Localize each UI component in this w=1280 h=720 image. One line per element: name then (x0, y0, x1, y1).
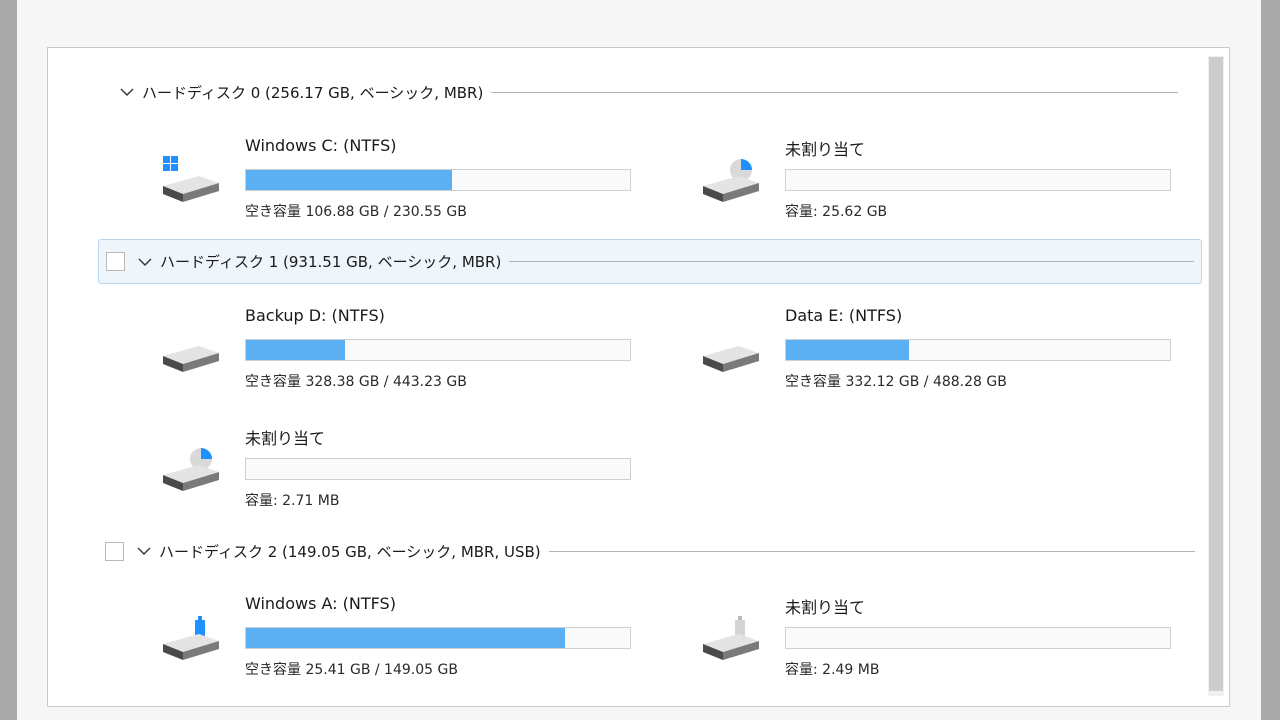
partition-name: Data E: (NTFS) (785, 306, 903, 325)
partition-name: Backup D: (NTFS) (245, 306, 385, 325)
drive-icon (163, 346, 219, 372)
usage-bar (245, 627, 631, 649)
scrollbar-thumb[interactable] (1209, 57, 1223, 691)
partition-item[interactable]: Backup D: (NTFS) 空き容量 328.38 GB / 443.23… (163, 304, 631, 396)
usage-bar (785, 169, 1171, 191)
partition-capacity: 容量: 25.62 GB (785, 204, 888, 220)
unallocated-drive-icon (703, 159, 759, 202)
usage-bar (245, 339, 631, 361)
chevron-down-icon[interactable] (118, 83, 136, 101)
disk-checkbox[interactable] (106, 252, 125, 271)
partition-name: 未割り当て (245, 429, 326, 448)
partition-item[interactable]: Windows A: (NTFS) 空き容量 25.41 GB / 149.05… (163, 592, 631, 684)
disk-title: ハードディスク 2 (149.05 GB, ベーシック, MBR, USB) (159, 542, 541, 561)
disk-header-2[interactable]: ハードディスク 2 (149.05 GB, ベーシック, MBR, USB) (105, 537, 1195, 565)
divider (548, 550, 1195, 552)
partition-name: Windows C: (NTFS) (245, 136, 397, 155)
usb-drive-icon (163, 616, 219, 660)
divider (509, 261, 1194, 262)
usb-unallocated-drive-icon (703, 616, 759, 660)
partition-capacity: 容量: 2.49 MB (785, 662, 880, 678)
usage-bar (785, 627, 1171, 649)
disk-checkbox[interactable] (105, 541, 124, 561)
disk-selection-window: ハードディスク 0 (256.17 GB, ベーシック, MBR) Window… (17, 0, 1261, 720)
disk-list-panel: ハードディスク 0 (256.17 GB, ベーシック, MBR) Window… (47, 47, 1230, 707)
partition-capacity: 空き容量 328.38 GB / 443.23 GB (245, 374, 467, 390)
divider (491, 91, 1178, 93)
partition-item[interactable]: 未割り当て 容量: 2.71 MB (163, 423, 631, 515)
partition-item[interactable]: 未割り当て 容量: 2.49 MB (703, 592, 1171, 684)
usage-bar (245, 458, 631, 480)
partition-item[interactable]: Windows C: (NTFS) 空き容量 106.88 GB / 230.5… (163, 134, 631, 226)
partition-item[interactable]: 未割り当て 容量: 25.62 GB (703, 134, 1171, 226)
chevron-down-icon[interactable] (136, 253, 154, 271)
usage-bar (245, 169, 631, 191)
disk-header-0[interactable]: ハードディスク 0 (256.17 GB, ベーシック, MBR) (118, 78, 1178, 106)
disk-title: ハードディスク 0 (256.17 GB, ベーシック, MBR) (142, 83, 484, 102)
chevron-down-icon[interactable] (135, 542, 153, 560)
unallocated-drive-icon (163, 448, 219, 491)
usage-bar-fill (246, 170, 452, 190)
vertical-scrollbar[interactable] (1208, 56, 1224, 696)
partition-capacity: 空き容量 332.12 GB / 488.28 GB (785, 374, 1007, 390)
partition-name: Windows A: (NTFS) (245, 594, 396, 613)
usage-bar-fill (786, 340, 909, 360)
partition-item[interactable]: Data E: (NTFS) 空き容量 332.12 GB / 488.28 G… (703, 304, 1171, 396)
partition-capacity: 空き容量 106.88 GB / 230.55 GB (245, 204, 467, 220)
disk-header-1[interactable]: ハードディスク 1 (931.51 GB, ベーシック, MBR) (98, 239, 1202, 284)
windows-drive-icon (163, 156, 219, 202)
usage-bar-fill (246, 628, 565, 648)
usage-bar-fill (246, 340, 346, 360)
partition-capacity: 空き容量 25.41 GB / 149.05 GB (245, 662, 458, 678)
partition-name: 未割り当て (785, 598, 866, 617)
disk-title: ハードディスク 1 (931.51 GB, ベーシック, MBR) (160, 253, 502, 271)
partition-name: 未割り当て (785, 140, 866, 159)
drive-icon (703, 346, 759, 372)
usage-bar (785, 339, 1171, 361)
partition-capacity: 容量: 2.71 MB (245, 493, 340, 509)
